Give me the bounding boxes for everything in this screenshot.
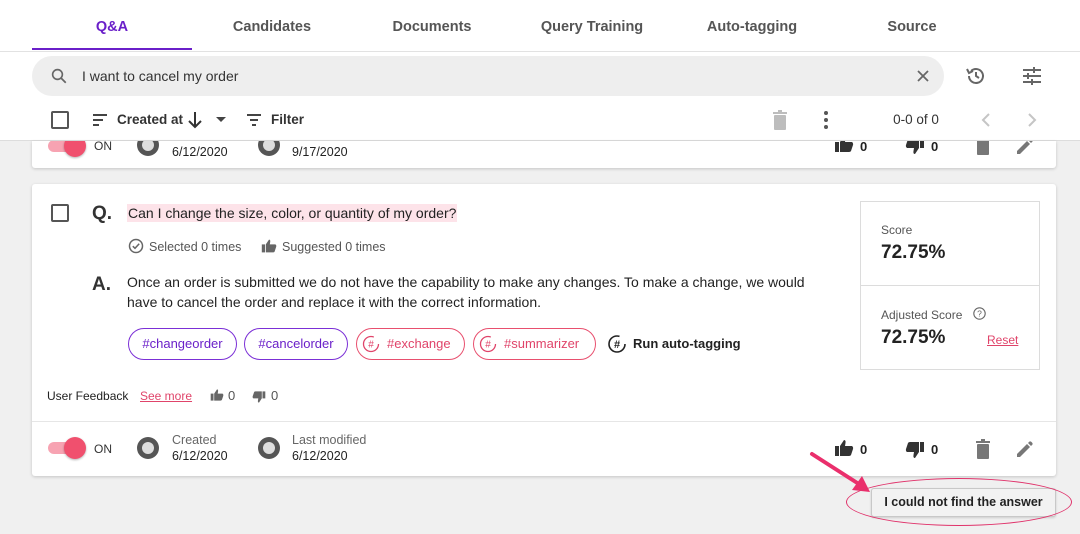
status-toggle[interactable] bbox=[48, 141, 86, 157]
tab-documents[interactable]: Documents bbox=[352, 0, 512, 52]
tag-label: #summarizer bbox=[504, 336, 580, 351]
auto-tag-icon[interactable]: # bbox=[607, 334, 627, 354]
edit-icon[interactable] bbox=[1014, 440, 1034, 460]
tag-chip[interactable]: #changeorder bbox=[128, 328, 237, 360]
help-icon[interactable]: ? bbox=[973, 307, 986, 320]
score-panel: Score 72.75% Adjusted Score ? 72.75% Res… bbox=[860, 201, 1040, 370]
edit-icon[interactable] bbox=[1014, 141, 1034, 157]
tab-bar: Q&A Candidates Documents Query Training … bbox=[0, 0, 1080, 52]
hashtag-icon: # bbox=[362, 335, 380, 353]
dislike-count: 0 bbox=[931, 141, 939, 154]
user-feedback-label: User Feedback bbox=[47, 389, 129, 403]
thumb-up-icon bbox=[261, 239, 277, 253]
like-count: 0 bbox=[860, 141, 868, 154]
trash-icon[interactable] bbox=[975, 141, 991, 155]
created-date: 6/12/2020 bbox=[172, 449, 228, 463]
search-bar bbox=[32, 56, 944, 96]
qa-card: Q. Can I change the size, color, or quan… bbox=[32, 184, 1056, 476]
arrow-down-icon[interactable] bbox=[186, 110, 204, 130]
sort-label[interactable]: Created at bbox=[117, 112, 183, 127]
active-tab-indicator bbox=[32, 48, 192, 50]
tab-source[interactable]: Source bbox=[832, 0, 992, 52]
tag-label: #exchange bbox=[387, 336, 451, 351]
svg-text:#: # bbox=[485, 340, 491, 351]
pagination-text: 0-0 of 0 bbox=[893, 112, 939, 127]
score-value: 72.75% bbox=[881, 242, 946, 263]
chevron-left-icon[interactable] bbox=[980, 112, 992, 128]
previous-card: ON 6/12/2020 9/17/2020 0 0 bbox=[32, 141, 1056, 168]
thumb-up-icon[interactable] bbox=[834, 141, 854, 153]
score-label: Score bbox=[881, 223, 913, 237]
see-more-link[interactable]: See more bbox=[140, 389, 192, 403]
filter-label[interactable]: Filter bbox=[271, 112, 304, 127]
status-toggle[interactable] bbox=[48, 437, 86, 459]
tab-qa[interactable]: Q&A bbox=[32, 0, 192, 52]
tab-candidates[interactable]: Candidates bbox=[192, 0, 352, 52]
score-divider bbox=[861, 285, 1039, 286]
created-label: Created bbox=[172, 433, 217, 447]
thumb-down-icon bbox=[252, 391, 266, 403]
check-circle-icon bbox=[128, 238, 144, 254]
avatar bbox=[258, 437, 280, 459]
answer-marker: A. bbox=[92, 274, 111, 295]
question-text[interactable]: Can I change the size, color, or quantit… bbox=[127, 204, 458, 222]
adjusted-score-value: 72.75% bbox=[881, 327, 946, 348]
tag-chip[interactable]: # #exchange bbox=[356, 328, 465, 360]
more-vert-icon[interactable] bbox=[822, 110, 830, 130]
svg-text:?: ? bbox=[977, 309, 982, 319]
feedback-dislike-count: 0 bbox=[271, 388, 279, 403]
created-date: 6/12/2020 bbox=[172, 145, 228, 159]
hashtag-icon: # bbox=[479, 335, 497, 353]
toolbar: Created at Filter 0-0 of 0 bbox=[0, 52, 1080, 141]
svg-text:#: # bbox=[614, 339, 620, 351]
row-checkbox[interactable] bbox=[51, 204, 69, 222]
tune-icon[interactable] bbox=[1020, 64, 1044, 88]
modified-date: 6/12/2020 bbox=[292, 449, 348, 463]
avatar bbox=[137, 437, 159, 459]
chevron-right-icon[interactable] bbox=[1026, 112, 1038, 128]
search-input[interactable] bbox=[82, 56, 902, 96]
feedback-like-count: 0 bbox=[228, 388, 236, 403]
tag-chip[interactable]: # #summarizer bbox=[473, 328, 596, 360]
answer-text[interactable]: Once an order is submitted we do not hav… bbox=[127, 272, 827, 312]
tag-chip[interactable]: #cancelorder bbox=[244, 328, 348, 360]
avatar bbox=[137, 141, 159, 156]
modified-date: 9/17/2020 bbox=[292, 145, 348, 159]
trash-icon[interactable] bbox=[975, 439, 991, 459]
history-icon[interactable] bbox=[964, 64, 988, 88]
run-auto-tagging-button[interactable]: Run auto-tagging bbox=[633, 336, 741, 351]
close-icon[interactable] bbox=[916, 69, 930, 83]
avatar bbox=[258, 141, 280, 156]
trash-icon[interactable] bbox=[772, 110, 788, 130]
modified-label: Last modified bbox=[292, 433, 367, 447]
annotation-highlight bbox=[846, 478, 1072, 526]
thumb-up-icon bbox=[210, 389, 224, 401]
thumb-down-icon[interactable] bbox=[905, 141, 925, 155]
search-icon bbox=[51, 68, 67, 84]
toggle-label: ON bbox=[94, 141, 112, 153]
tab-auto-tagging[interactable]: Auto-tagging bbox=[672, 0, 832, 52]
reset-link[interactable]: Reset bbox=[987, 333, 1018, 347]
question-marker: Q. bbox=[92, 203, 113, 224]
svg-text:#: # bbox=[368, 340, 374, 351]
thumb-down-icon[interactable] bbox=[905, 441, 925, 459]
suggested-count: Suggested 0 times bbox=[282, 240, 386, 254]
dislike-count: 0 bbox=[931, 442, 939, 457]
chevron-down-icon[interactable] bbox=[216, 117, 226, 122]
adjusted-score-label: Adjusted Score bbox=[881, 308, 963, 322]
selected-count: Selected 0 times bbox=[149, 240, 242, 254]
toggle-label: ON bbox=[94, 442, 112, 456]
card-divider bbox=[32, 421, 1056, 422]
tab-query-training[interactable]: Query Training bbox=[512, 0, 672, 52]
select-all-checkbox[interactable] bbox=[51, 111, 69, 129]
filter-icon[interactable] bbox=[246, 113, 262, 127]
sort-icon[interactable] bbox=[92, 112, 108, 128]
